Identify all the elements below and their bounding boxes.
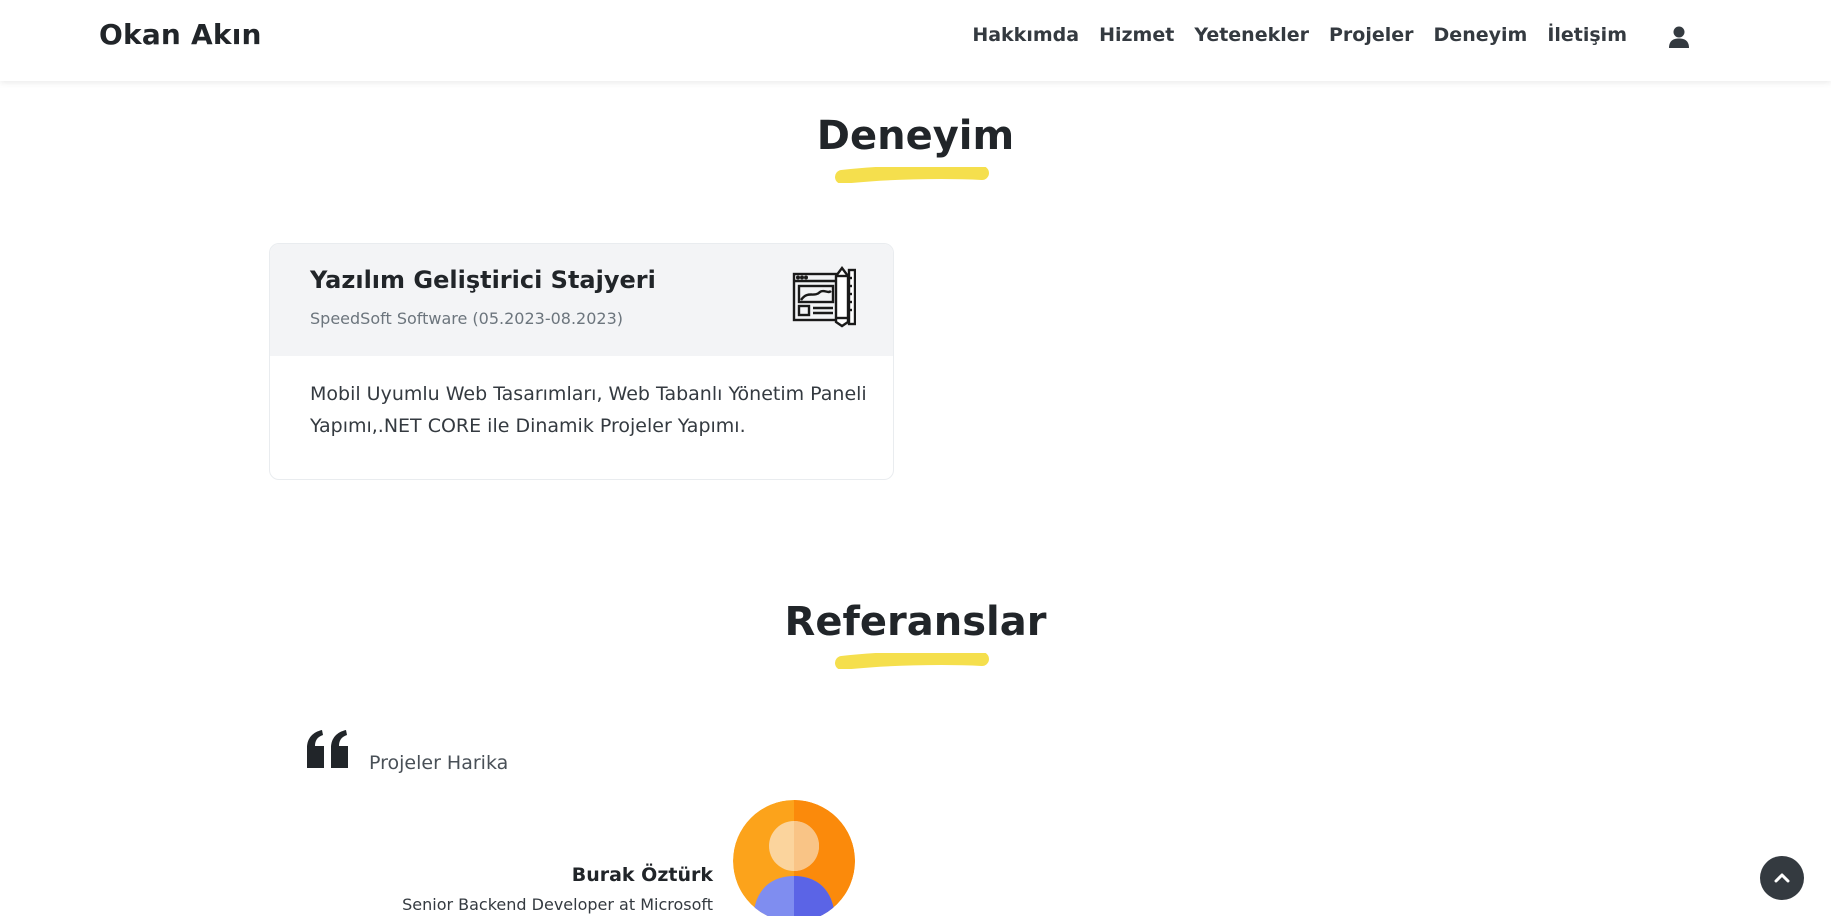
brand-logo[interactable]: Okan Akın xyxy=(99,18,262,51)
experience-title-underline xyxy=(835,167,989,183)
nav-item-hakkimda[interactable]: Hakkımda xyxy=(972,24,1079,46)
nav-item-hizmet[interactable]: Hizmet xyxy=(1099,24,1174,46)
references-title: Referanslar xyxy=(784,599,1047,645)
nav-item-yetenekler[interactable]: Yetenekler xyxy=(1194,24,1309,46)
web-design-icon xyxy=(792,266,856,328)
nav-item-iletisim[interactable]: İletişim xyxy=(1547,24,1627,46)
back-to-top-button[interactable] xyxy=(1760,856,1804,900)
chevron-up-icon xyxy=(1774,873,1790,883)
reference-position: Senior Backend Developer at Microsoft xyxy=(402,895,713,914)
experience-card-header: Yazılım Geliştirici Stajyeri SpeedSoft S… xyxy=(270,244,893,356)
experience-title: Deneyim xyxy=(816,113,1015,159)
job-description: Mobil Uyumlu Web Tasarımları, Web Tabanl… xyxy=(310,383,867,437)
job-company: SpeedSoft Software (05.2023-08.2023) xyxy=(310,309,624,328)
job-title: Yazılım Geliştirici Stajyeri xyxy=(310,266,656,294)
navbar: Okan Akın Hakkımda Hizmet Yetenekler Pro… xyxy=(0,0,1831,81)
nav-links: Hakkımda Hizmet Yetenekler Projeler Dene… xyxy=(972,24,1627,46)
reference-name: Burak Öztürk xyxy=(571,864,713,886)
quote-icon xyxy=(307,730,348,768)
user-icon[interactable] xyxy=(1669,26,1689,48)
reference-quote: Projeler Harika xyxy=(369,752,509,774)
experience-card: Yazılım Geliştirici Stajyeri SpeedSoft S… xyxy=(269,243,894,480)
nav-item-deneyim[interactable]: Deneyim xyxy=(1434,24,1528,46)
nav-item-projeler[interactable]: Projeler xyxy=(1329,24,1414,46)
references-title-underline xyxy=(835,653,989,669)
reference-avatar xyxy=(733,800,855,916)
